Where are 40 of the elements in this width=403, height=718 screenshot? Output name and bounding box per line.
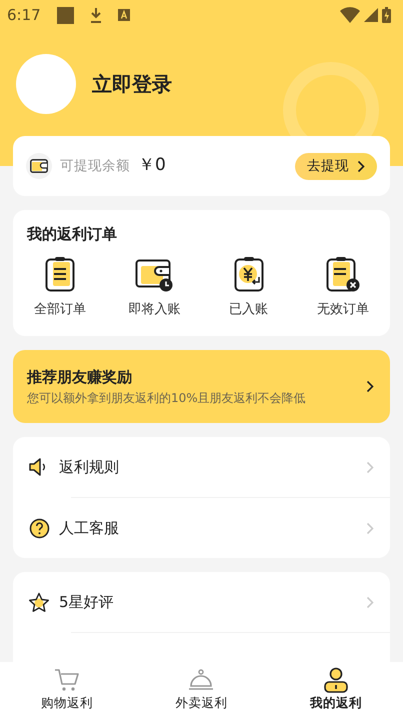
order-filter[interactable]: 全部订单 <box>34 300 86 319</box>
chevron-icon <box>366 596 374 608</box>
balance-label: 可提现余额 <box>60 156 130 176</box>
yuan-clipboard-icon <box>234 256 264 292</box>
help-icon <box>28 518 50 538</box>
chevron-icon <box>357 160 365 172</box>
orders-title: 我的返利订单 <box>26 224 118 245</box>
chevron-icon <box>366 522 374 534</box>
wallet-icon <box>26 153 52 179</box>
tab[interactable]: 购物返利 <box>0 662 134 718</box>
signal-icon <box>364 8 378 22</box>
login-link[interactable]: 立即登录 <box>92 69 172 99</box>
order-filter[interactable]: 已入账 <box>229 300 268 319</box>
referral-banner[interactable]: 推荐朋友赚奖励 您可以额外拿到朋友返利的10%且朋友返利不会降低 <box>13 350 390 423</box>
menu-item[interactable]: 人工客服 <box>13 498 390 558</box>
wallet-clock-icon <box>135 258 174 292</box>
order-filter[interactable]: 无效订单 <box>316 300 369 319</box>
withdraw-button[interactable]: 去提现 <box>295 152 377 180</box>
tab[interactable]: 外卖返利 <box>134 662 269 718</box>
notification-icon <box>56 6 74 24</box>
balance-amount: ￥0 <box>138 154 166 178</box>
clipboard-icon <box>45 256 76 292</box>
wifi-icon <box>340 7 360 23</box>
status-time: 6:17 <box>7 4 41 26</box>
tab[interactable]: 我的返利 <box>268 662 403 718</box>
food-cloche-icon <box>188 669 214 691</box>
referral-subtitle: 您可以额外拿到朋友返利的10%且朋友返利不会降低 <box>27 390 307 407</box>
keyboard-icon <box>118 9 130 21</box>
chevron-icon <box>366 380 374 393</box>
star-icon <box>28 592 50 612</box>
user-icon <box>322 667 349 693</box>
menu-item[interactable]: 5星好评 <box>13 572 390 632</box>
battery-icon <box>382 7 391 23</box>
clipboard-cancel-icon <box>326 256 360 292</box>
order-filter[interactable]: 即将入账 <box>128 300 180 319</box>
menu-item[interactable]: 返利规则 <box>13 437 390 497</box>
chevron-icon <box>366 460 374 474</box>
download-icon <box>90 7 102 23</box>
referral-title: 推荐朋友赚奖励 <box>27 367 133 388</box>
cart-icon <box>54 668 80 692</box>
